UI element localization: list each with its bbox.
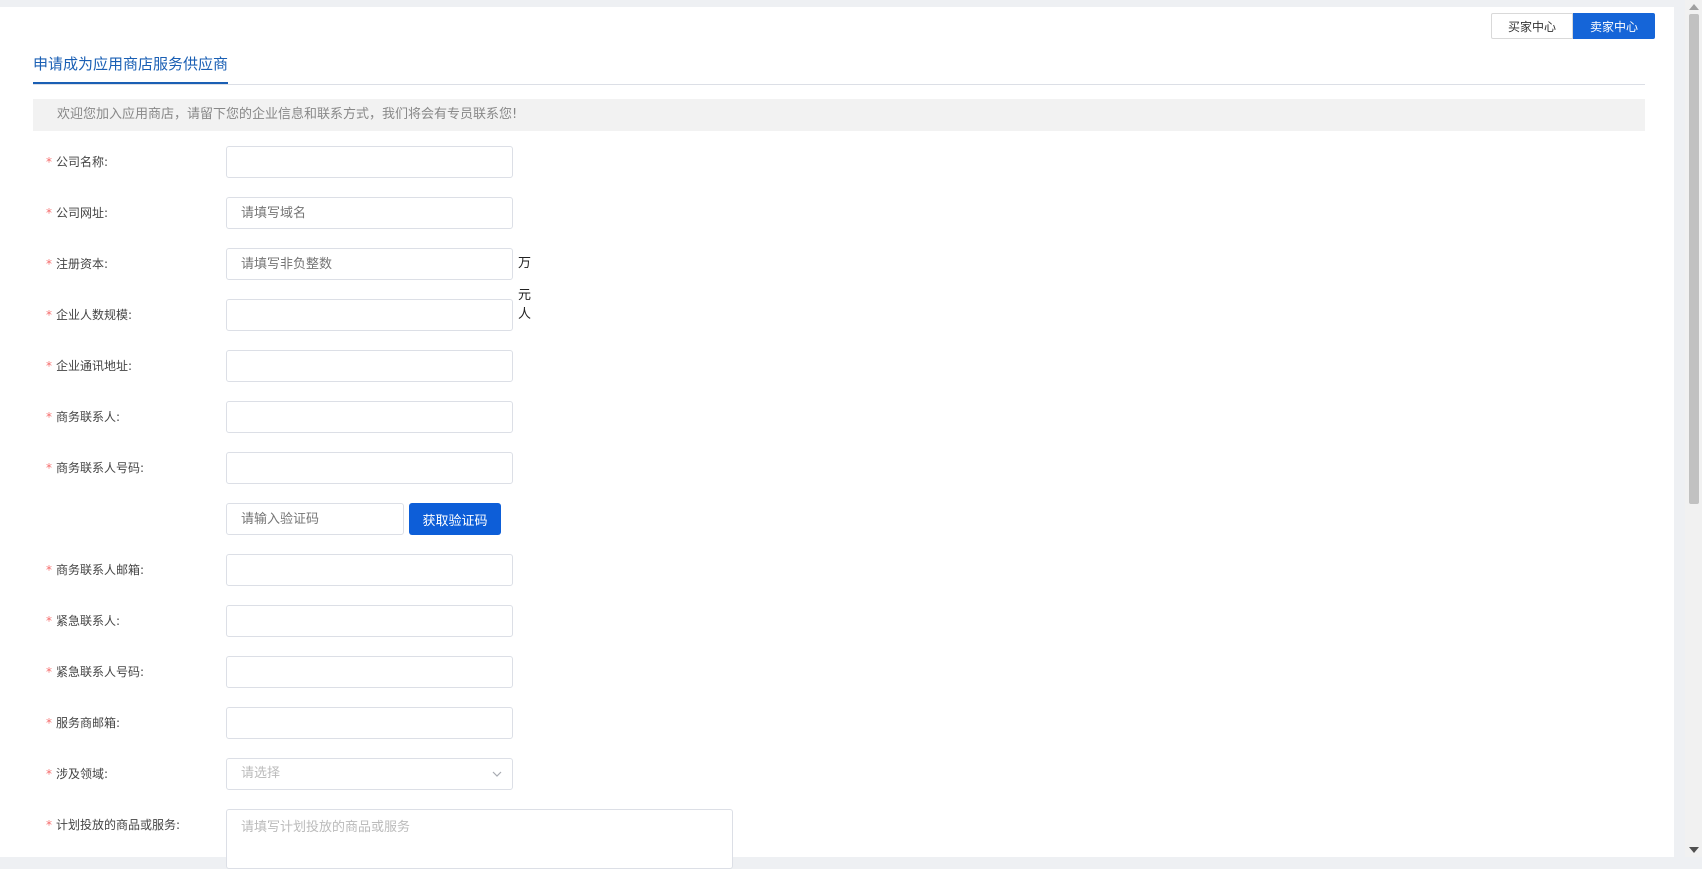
biz-contact-input[interactable] bbox=[226, 401, 513, 433]
label-text: 商务联系人: bbox=[56, 410, 121, 424]
required-mark: * bbox=[46, 563, 52, 577]
registered-capital-label: * 注册资本: bbox=[46, 248, 108, 280]
label-text: 紧急联系人: bbox=[56, 614, 121, 628]
biz-email-label: * 商务联系人邮箱: bbox=[46, 554, 144, 586]
page-title: 申请成为应用商店服务供应商 bbox=[33, 53, 229, 84]
domain-placeholder: 请选择 bbox=[241, 766, 281, 781]
emergency-phone-input[interactable] bbox=[226, 656, 513, 688]
staff-size-input[interactable] bbox=[226, 299, 513, 331]
label-text: 商务联系人邮箱: bbox=[56, 563, 145, 577]
company-site-input[interactable] bbox=[226, 197, 513, 229]
required-mark: * bbox=[46, 461, 52, 475]
label-text: 公司网址: bbox=[56, 206, 109, 220]
center-switcher: 买家中心 卖家中心 bbox=[1490, 13, 1655, 39]
staff-unit: 人 bbox=[518, 307, 532, 322]
address-label: * 企业通讯地址: bbox=[46, 350, 132, 382]
provider-email-label: * 服务商邮箱: bbox=[46, 707, 120, 739]
staff-size-label: * 企业人数规模: bbox=[46, 299, 132, 331]
required-mark: * bbox=[46, 206, 52, 220]
verify-code-input[interactable] bbox=[226, 503, 404, 535]
domain-select[interactable]: 请选择 bbox=[226, 758, 513, 790]
company-name-label: * 公司名称: bbox=[46, 146, 108, 178]
products-textarea[interactable]: 请填写计划投放的商品或服务 bbox=[226, 809, 733, 869]
get-code-button[interactable]: 获取验证码 bbox=[409, 503, 501, 535]
label-text: 商务联系人号码: bbox=[56, 461, 145, 475]
vertical-scrollbar[interactable] bbox=[1685, 0, 1702, 857]
required-mark: * bbox=[46, 818, 52, 832]
required-mark: * bbox=[46, 614, 52, 628]
biz-phone-input[interactable] bbox=[226, 452, 513, 484]
biz-contact-label: * 商务联系人: bbox=[46, 401, 120, 433]
company-name-input[interactable] bbox=[226, 146, 513, 178]
required-mark: * bbox=[46, 410, 52, 424]
company-site-label: * 公司网址: bbox=[46, 197, 108, 229]
required-mark: * bbox=[46, 359, 52, 373]
required-mark: * bbox=[46, 155, 52, 169]
tab-seller-center[interactable]: 卖家中心 bbox=[1572, 13, 1655, 39]
label-text: 注册资本: bbox=[56, 257, 109, 271]
biz-email-input[interactable] bbox=[226, 554, 513, 586]
required-mark: * bbox=[46, 308, 52, 322]
emergency-contact-label: * 紧急联系人: bbox=[46, 605, 120, 637]
scroll-thumb[interactable] bbox=[1689, 14, 1699, 504]
required-mark: * bbox=[46, 767, 52, 781]
required-mark: * bbox=[46, 665, 52, 679]
products-label: * 计划投放的商品或服务: bbox=[46, 809, 180, 841]
required-mark: * bbox=[46, 716, 52, 730]
label-text: 企业通讯地址: bbox=[56, 359, 133, 373]
tab-buyer-center[interactable]: 买家中心 bbox=[1490, 13, 1573, 39]
label-text: 企业人数规模: bbox=[56, 308, 133, 322]
label-text: 计划投放的商品或服务: bbox=[56, 818, 181, 832]
domain-label: * 涉及领域: bbox=[46, 758, 108, 790]
registered-capital-input[interactable] bbox=[226, 248, 513, 280]
required-mark: * bbox=[46, 257, 52, 271]
label-text: 涉及领域: bbox=[56, 767, 109, 781]
label-text: 公司名称: bbox=[56, 155, 109, 169]
provider-email-input[interactable] bbox=[226, 707, 513, 739]
main-panel: 买家中心 卖家中心 申请成为应用商店服务供应商 欢迎您加入应用商店，请留下您的企… bbox=[0, 7, 1674, 869]
label-text: 服务商邮箱: bbox=[56, 716, 121, 730]
emergency-contact-input[interactable] bbox=[226, 605, 513, 637]
welcome-notice: 欢迎您加入应用商店，请留下您的企业信息和联系方式，我们将会有专员联系您! bbox=[33, 99, 1645, 131]
scroll-down-icon[interactable] bbox=[1689, 847, 1699, 853]
emergency-phone-label: * 紧急联系人号码: bbox=[46, 656, 144, 688]
title-bar: 申请成为应用商店服务供应商 bbox=[33, 45, 1645, 85]
chevron-down-icon bbox=[492, 771, 502, 777]
label-text: 紧急联系人号码: bbox=[56, 665, 145, 679]
scroll-up-icon[interactable] bbox=[1689, 4, 1699, 10]
address-input[interactable] bbox=[226, 350, 513, 382]
biz-phone-label: * 商务联系人号码: bbox=[46, 452, 144, 484]
